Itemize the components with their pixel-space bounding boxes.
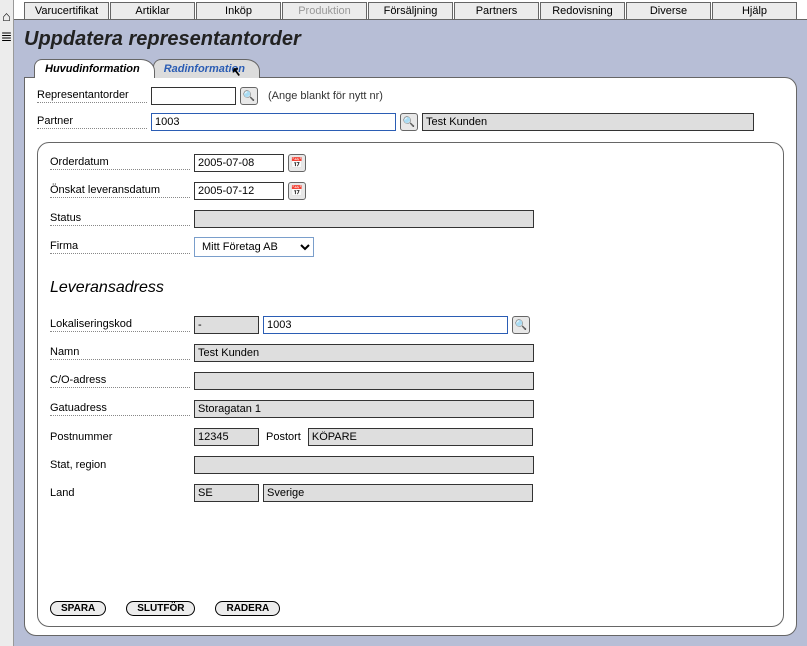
page-title: Uppdatera representantorder — [24, 28, 797, 51]
orderdate-input[interactable] — [194, 154, 284, 172]
page: Uppdatera representantorder Huvudinforma… — [14, 20, 807, 646]
tab-huvudinformation[interactable]: Huvudinformation — [34, 59, 155, 78]
menu-hjalp[interactable]: Hjälp — [712, 2, 797, 19]
delete-button[interactable]: RADERA — [215, 601, 280, 616]
co-label: C/O-adress — [50, 374, 190, 388]
status-label: Status — [50, 212, 190, 226]
firm-label: Firma — [50, 240, 190, 254]
country-name-display — [263, 484, 533, 502]
orderdate-calendar-icon[interactable]: 📅 — [288, 154, 306, 172]
loccode-prefix — [194, 316, 259, 334]
delivdate-calendar-icon[interactable]: 📅 — [288, 182, 306, 200]
partner-name-display — [422, 113, 754, 131]
save-button[interactable]: SPARA — [50, 601, 106, 616]
postort-label: Postort — [266, 431, 301, 443]
partner-label: Partner — [37, 115, 147, 129]
menu-diverse[interactable]: Diverse — [626, 2, 711, 19]
left-rail: ⌂ ≣ — [0, 0, 14, 646]
tab-body: Representantorder 🔍 (Ange blankt för nyt… — [24, 77, 797, 636]
loccode-label: Lokaliseringskod — [50, 318, 190, 332]
status-display — [194, 210, 534, 228]
co-display — [194, 372, 534, 390]
menu-artiklar[interactable]: Artiklar — [110, 2, 195, 19]
order-search-icon[interactable]: 🔍 — [240, 87, 258, 105]
finish-button[interactable]: SLUTFÖR — [126, 601, 195, 616]
region-label: Stat, region — [50, 459, 190, 472]
address-section-title: Leveransadress — [50, 279, 771, 297]
menu-inkop[interactable]: Inköp — [196, 2, 281, 19]
list-icon[interactable]: ≣ — [0, 28, 13, 45]
order-hint: (Ange blankt för nytt nr) — [268, 90, 383, 102]
firm-select[interactable]: Mitt Företag AB — [194, 237, 314, 257]
menu-varucertifikat[interactable]: Varucertifikat — [24, 2, 109, 19]
main-area: Varucertifikat Artiklar Inköp Produktion… — [14, 0, 807, 646]
order-input[interactable] — [151, 87, 236, 105]
action-bar: SPARA SLUTFÖR RADERA — [50, 591, 771, 616]
menu-redovisning[interactable]: Redovisning — [540, 2, 625, 19]
street-display — [194, 400, 534, 418]
loccode-search-icon[interactable]: 🔍 — [512, 316, 530, 334]
home-icon[interactable]: ⌂ — [0, 8, 13, 24]
menu-partners[interactable]: Partners — [454, 2, 539, 19]
partner-input[interactable] — [151, 113, 396, 131]
order-label: Representantorder — [37, 89, 147, 103]
postcode-label: Postnummer — [50, 431, 190, 444]
street-label: Gatuadress — [50, 402, 190, 416]
menubar: Varucertifikat Artiklar Inköp Produktion… — [14, 0, 807, 20]
postort-display — [308, 428, 533, 446]
tab-radinformation-label: Radinformation — [164, 63, 245, 75]
loccode-input[interactable] — [263, 316, 508, 334]
name-display — [194, 344, 534, 362]
delivdate-input[interactable] — [194, 182, 284, 200]
country-code-display — [194, 484, 259, 502]
delivdate-label: Önskat leveransdatum — [50, 184, 190, 198]
detail-panel: Orderdatum 📅 Önskat leveransdatum 📅 Stat… — [37, 142, 784, 627]
postcode-display — [194, 428, 259, 446]
region-display — [194, 456, 534, 474]
menu-forsaljning[interactable]: Försäljning — [368, 2, 453, 19]
tabs: Huvudinformation Radinformation ↖ — [24, 59, 797, 78]
orderdate-label: Orderdatum — [50, 156, 190, 170]
country-label: Land — [50, 487, 190, 500]
menu-produktion: Produktion — [282, 2, 367, 19]
tab-radinformation[interactable]: Radinformation ↖ — [153, 59, 260, 78]
partner-search-icon[interactable]: 🔍 — [400, 113, 418, 131]
name-label: Namn — [50, 346, 190, 360]
